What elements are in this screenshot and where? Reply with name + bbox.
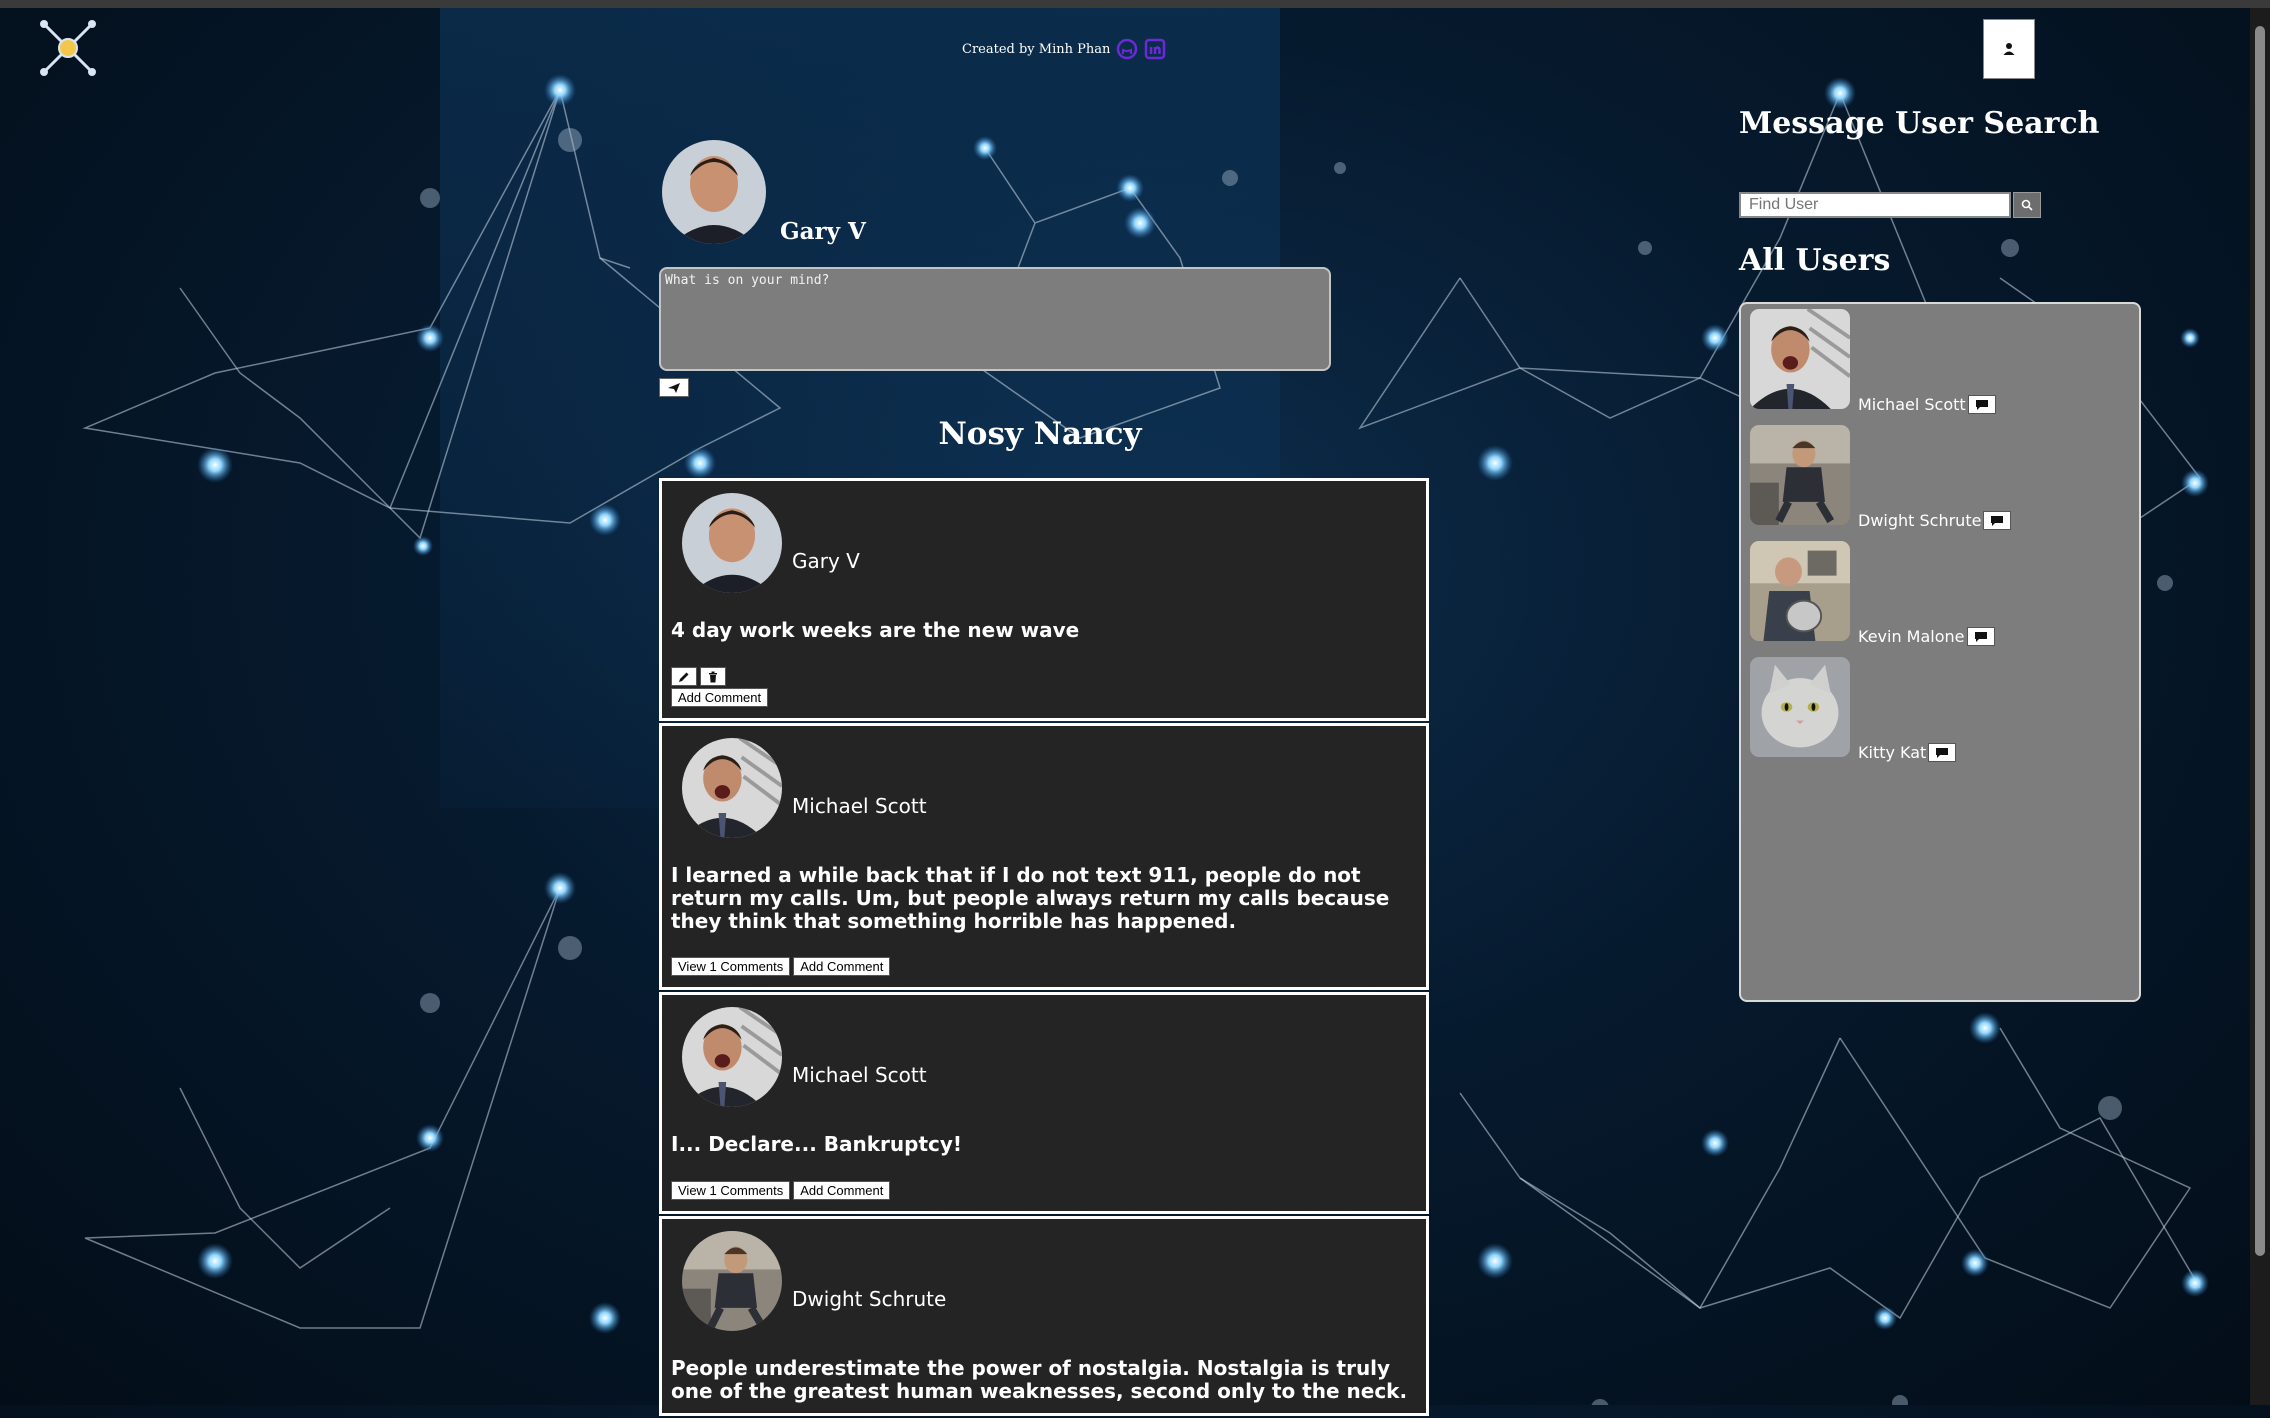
user-avatar [1750, 309, 1850, 409]
send-post-button[interactable] [659, 378, 689, 397]
message-user-button[interactable] [1967, 395, 1996, 414]
search-icon [2021, 199, 2033, 211]
user-list-item[interactable]: Michael Scott [1750, 309, 2130, 414]
add-comment-button[interactable]: Add Comment [793, 1181, 891, 1200]
credit-text: Created by Minh Phan [962, 41, 1111, 57]
composer-user-name: Gary V [780, 218, 866, 245]
user-name: Kitty Kat [1858, 743, 1927, 762]
user-search-button[interactable] [2013, 192, 2041, 218]
user-avatar [1750, 425, 1850, 525]
post-owner-actions [671, 667, 726, 686]
post-comment-actions: View 1 Comments Add Comment [671, 1181, 891, 1200]
message-icon [1975, 399, 1988, 410]
post-text: I learned a while back that if I do not … [671, 863, 1390, 933]
add-comment-button[interactable]: Add Comment [793, 957, 891, 976]
pencil-icon [679, 672, 689, 682]
credit-line: Created by Minh Phan [962, 38, 1166, 60]
message-user-button[interactable] [1983, 511, 2012, 530]
post-card: Dwight Schrute People underestimate the … [659, 1216, 1429, 1416]
post-text: 4 day work weeks are the new wave [671, 618, 1080, 642]
user-search-input[interactable] [1739, 192, 2011, 218]
post-comment-actions: Add Comment [671, 688, 769, 707]
post-card: Michael Scott I learned a while back tha… [659, 723, 1429, 990]
user-avatar [1750, 657, 1850, 757]
linkedin-icon[interactable] [1144, 38, 1166, 60]
message-icon [1974, 631, 1987, 642]
user-name-row: Michael Scott [1858, 395, 1996, 414]
post-card: Gary V 4 day work weeks are the new wave… [659, 478, 1429, 721]
user-name: Dwight Schrute [1858, 511, 1982, 530]
post-input[interactable] [659, 267, 1331, 371]
profile-button[interactable] [1983, 19, 2035, 79]
post-author-avatar [682, 1007, 782, 1107]
user-list-item[interactable]: Kitty Kat [1750, 657, 2130, 762]
user-icon [2003, 43, 2015, 55]
post-comment-actions: View 1 Comments Add Comment [671, 957, 891, 976]
composer-avatar [662, 140, 766, 244]
post-author-name: Michael Scott [792, 794, 927, 818]
message-user-button[interactable] [1928, 743, 1957, 762]
network-logo-icon [40, 20, 96, 76]
send-icon [668, 382, 680, 393]
page-scrollbar[interactable] [2250, 8, 2270, 1405]
feed-title: Nosy Nancy [938, 416, 1142, 452]
message-user-button[interactable] [1966, 627, 1995, 646]
post-author-avatar [682, 493, 782, 593]
user-avatar [1750, 541, 1850, 641]
all-users-title: All Users [1739, 243, 1891, 278]
add-comment-button[interactable]: Add Comment [671, 688, 769, 707]
message-icon [1991, 515, 2004, 526]
user-search-form [1739, 192, 2041, 218]
user-list-item[interactable]: Kevin Malone [1750, 541, 2130, 646]
post-author-avatar [682, 738, 782, 838]
post-author-name: Dwight Schrute [792, 1287, 947, 1311]
scrollbar-thumb[interactable] [2255, 26, 2265, 1256]
window-top-border [0, 0, 2270, 8]
post-author-name: Michael Scott [792, 1063, 927, 1087]
user-name: Michael Scott [1858, 395, 1966, 414]
user-name: Kevin Malone [1858, 627, 1965, 646]
app-logo[interactable] [36, 16, 100, 80]
post-text: I... Declare... Bankruptcy! [671, 1132, 963, 1156]
github-icon[interactable] [1116, 38, 1138, 60]
post-text: People underestimate the power of nostal… [671, 1356, 1408, 1403]
user-name-row: Dwight Schrute [1858, 511, 2012, 530]
post-card: Michael Scott I... Declare... Bankruptcy… [659, 992, 1429, 1214]
all-users-panel: Michael Scott Dwight Schrute Kevin Malon… [1739, 302, 2141, 1002]
post-feed: Gary V 4 day work weeks are the new wave… [659, 478, 1429, 1418]
view-comments-button[interactable]: View 1 Comments [671, 957, 791, 976]
post-author-name: Gary V [792, 549, 860, 573]
user-list-item[interactable]: Dwight Schrute [1750, 425, 2130, 530]
user-name-row: Kevin Malone [1858, 627, 1995, 646]
edit-post-button[interactable] [671, 667, 697, 686]
message-icon [1936, 747, 1949, 758]
message-search-title: Message User Search [1739, 106, 2100, 141]
delete-post-button[interactable] [700, 667, 726, 686]
user-name-row: Kitty Kat [1858, 743, 1957, 762]
trash-icon [709, 671, 717, 682]
view-comments-button[interactable]: View 1 Comments [671, 1181, 791, 1200]
post-author-avatar [682, 1231, 782, 1331]
